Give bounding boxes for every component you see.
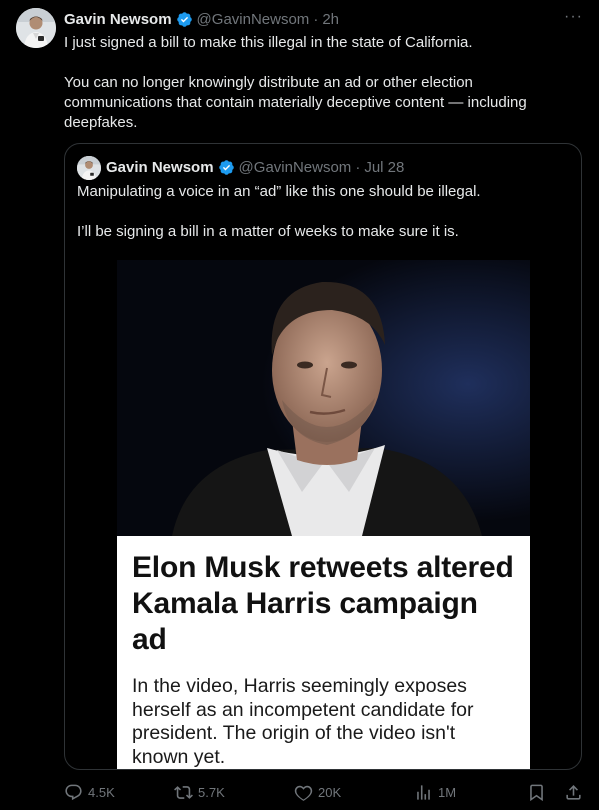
retweet-button[interactable]: 5.7K bbox=[174, 783, 294, 802]
tweet-text-line: I just signed a bill to make this illega… bbox=[64, 34, 473, 51]
tweet-timestamp[interactable]: 2h bbox=[322, 11, 339, 28]
views-count: 1M bbox=[438, 784, 457, 800]
verified-badge-icon bbox=[218, 159, 235, 176]
quoted-author-name: Gavin Newsom bbox=[106, 158, 214, 176]
tweet-actions-right bbox=[527, 783, 583, 802]
quoted-text-line: Manipulating a voice in an “ad” like thi… bbox=[77, 183, 481, 200]
quoted-tweet[interactable]: Gavin Newsom @GavinNewsom · Jul 28 Manip… bbox=[64, 143, 582, 770]
media-photo bbox=[117, 260, 530, 536]
quoted-tweet-header: Gavin Newsom @GavinNewsom · Jul 28 bbox=[106, 158, 404, 176]
author-avatar[interactable] bbox=[16, 8, 56, 48]
like-count: 20K bbox=[318, 784, 342, 800]
quoted-author-avatar bbox=[77, 156, 101, 180]
like-button[interactable]: 20K bbox=[294, 783, 414, 802]
quoted-media[interactable]: Elon Musk retweets altered Kamala Harris… bbox=[117, 260, 530, 769]
views-icon bbox=[417, 784, 430, 800]
quoted-text-line: I’ll be signing a bill in a matter of we… bbox=[77, 223, 459, 240]
share-icon[interactable] bbox=[564, 783, 583, 802]
tweet[interactable]: Gavin Newsom @GavinNewsom · 2h ··· I jus… bbox=[0, 0, 599, 810]
verified-badge-icon bbox=[176, 11, 193, 28]
tweet-text-line: You can no longer knowingly distribute a… bbox=[64, 74, 527, 131]
media-caption-card: Elon Musk retweets altered Kamala Harris… bbox=[117, 536, 530, 769]
retweet-icon bbox=[174, 785, 193, 799]
bookmark-icon[interactable] bbox=[527, 783, 546, 802]
reply-button[interactable]: 4.5K bbox=[64, 783, 174, 802]
like-icon bbox=[294, 785, 313, 801]
tweet-text: I just signed a bill to make this illega… bbox=[64, 33, 584, 133]
author-handle[interactable]: @GavinNewsom bbox=[197, 11, 310, 28]
quoted-tweet-text: Manipulating a voice in an “ad” like thi… bbox=[77, 182, 571, 242]
reply-count: 4.5K bbox=[88, 784, 115, 800]
reply-icon bbox=[65, 784, 82, 800]
quoted-author-handle: @GavinNewsom bbox=[238, 158, 352, 176]
retweet-count: 5.7K bbox=[198, 784, 225, 800]
tweet-actions: 4.5K 5.7K 20K 1M bbox=[64, 781, 583, 803]
views-button[interactable]: 1M bbox=[414, 783, 524, 802]
author-name[interactable]: Gavin Newsom bbox=[64, 11, 172, 28]
media-subhead: In the video, Harris seemingly exposes h… bbox=[132, 675, 474, 768]
quoted-tweet-timestamp: Jul 28 bbox=[364, 158, 405, 176]
header-separator: · bbox=[313, 10, 319, 28]
more-icon[interactable]: ··· bbox=[564, 8, 583, 26]
media-headline: Elon Musk retweets altered Kamala Harris… bbox=[132, 551, 514, 656]
tweet-header: Gavin Newsom @GavinNewsom · 2h bbox=[64, 10, 583, 28]
header-separator: · bbox=[355, 158, 361, 176]
